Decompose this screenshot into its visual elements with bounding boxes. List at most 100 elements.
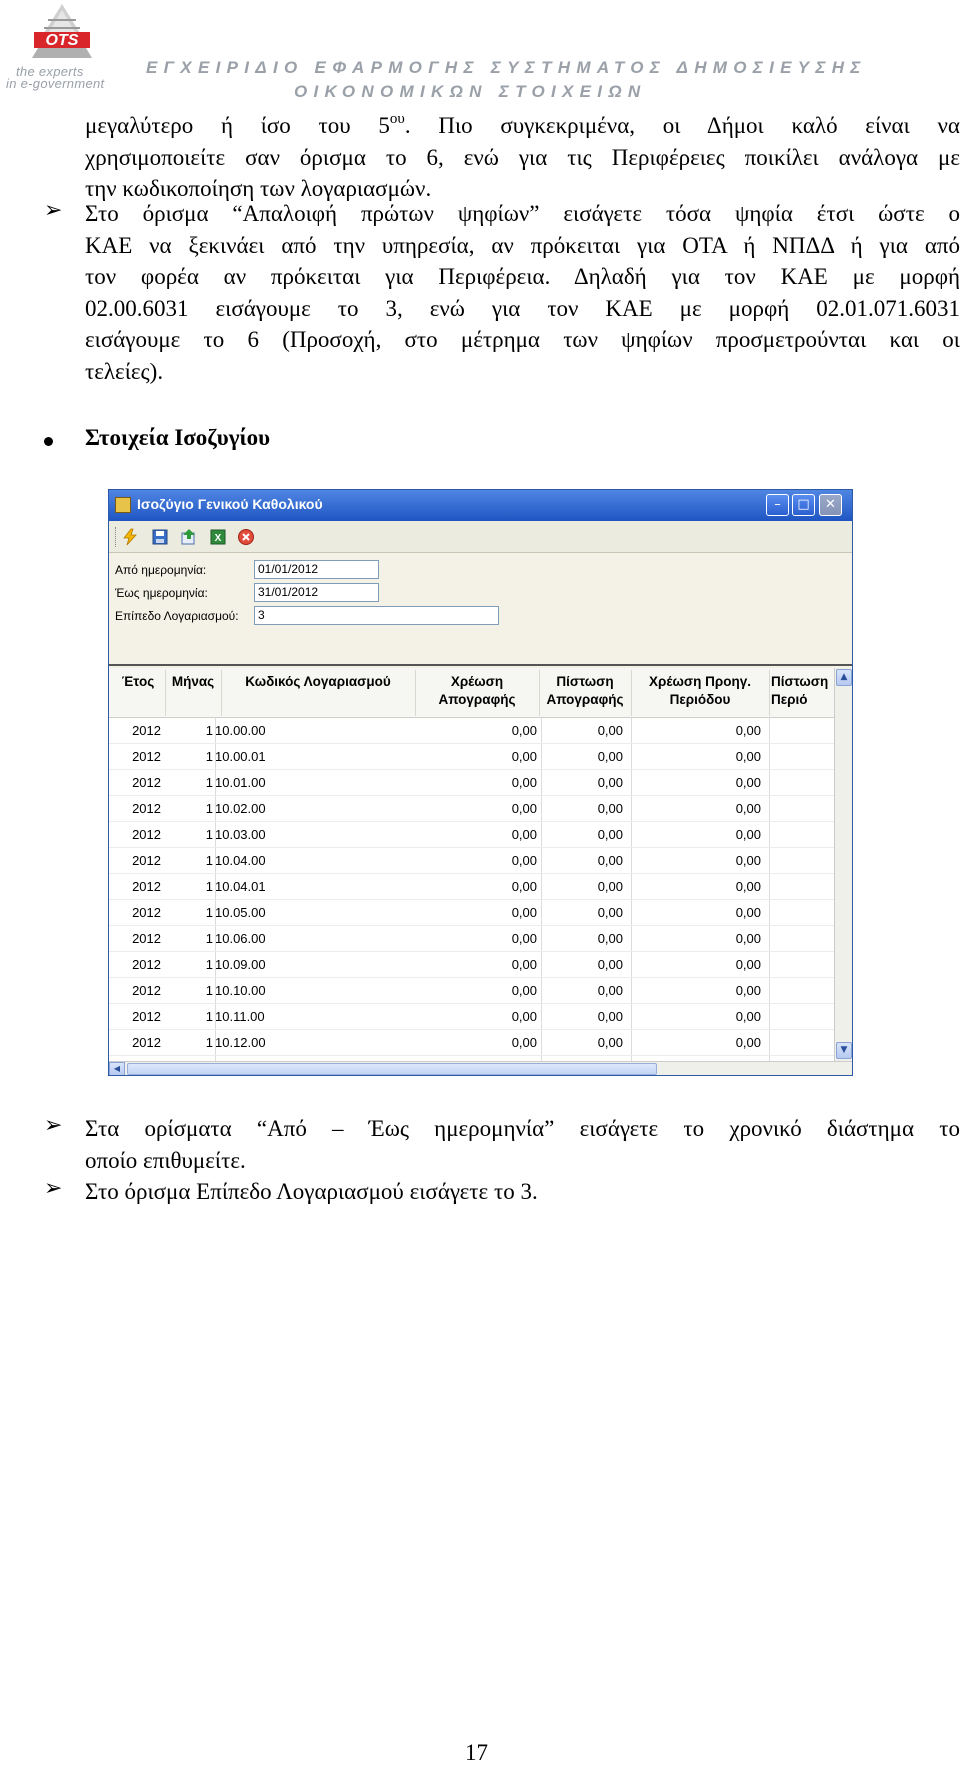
cell-debit-inventory: 0,00: [511, 1009, 537, 1024]
arrow-bullet-icon: ➢: [44, 1176, 63, 1201]
arrow-bullet-icon: ➢: [44, 1113, 63, 1138]
from-date-label: Από ημερομηνία:: [115, 563, 207, 577]
scroll-left-icon[interactable]: ◀: [109, 1062, 125, 1075]
cell-year: 2012: [132, 827, 161, 842]
cell-account-code: 10.10.00: [215, 983, 266, 998]
header-title-line-2: ΟΙΚΟΝΟΜΙΚΩΝ ΣΤΟΙΧΕΙΩΝ: [294, 82, 647, 101]
col-month-header[interactable]: Μήνας: [167, 673, 219, 691]
lightning-icon[interactable]: [121, 528, 139, 546]
account-level-input[interactable]: 3: [254, 606, 499, 625]
paragraph-2-line-6: τελείες).: [85, 358, 164, 384]
cell-year: 2012: [132, 775, 161, 790]
filter-form: Από ημερομηνία: 01/01/2012 Έως ημερομηνί…: [109, 553, 852, 666]
cell-debit-prev-period: 0,00: [735, 983, 761, 998]
col-credit-inventory-header[interactable]: Πίστωση Απογραφής: [541, 673, 629, 709]
grid-header: Έτος Μήνας Κωδικός Λογαριασμού Χρέωση Απο…: [109, 668, 834, 718]
ots-logo: OTS the experts in e-government: [2, 2, 132, 91]
paragraph-2-line-2: ΚΑΕ να ξεκινάει από την υπηρεσία, αν πρό…: [85, 232, 960, 258]
cell-debit-inventory: 0,00: [511, 905, 537, 920]
cell-debit-inventory: 0,00: [511, 879, 537, 894]
cell-month: 1: [205, 775, 213, 790]
table-row[interactable]: 2012 1 10.03.00 0,00 0,00 0,00: [109, 822, 834, 848]
cell-year: 2012: [132, 1035, 161, 1050]
cell-credit-inventory: 0,00: [597, 879, 623, 894]
cell-credit-inventory: 0,00: [597, 1009, 623, 1024]
table-row[interactable]: 2012 1 10.05.00 0,00 0,00 0,00: [109, 900, 834, 926]
col-separator: [415, 670, 416, 716]
horizontal-scrollbar[interactable]: ◀: [109, 1061, 852, 1075]
cell-debit-prev-period: 0,00: [735, 775, 761, 790]
paragraph-4-line-1: Στο όρισμα Επίπεδο Λογαριασμού εισάγετε …: [85, 1179, 538, 1204]
cell-year: 2012: [132, 1009, 161, 1024]
window-titlebar: Ισοζύγιο Γενικού Καθολικού – □ ✕: [109, 490, 852, 521]
table-row[interactable]: 2012 1 10.11.00 0,00 0,00 0,00: [109, 1004, 834, 1030]
account-level-label: Επίπεδο Λογαριασμού:: [115, 609, 239, 623]
close-window-button[interactable]: ✕: [819, 494, 842, 516]
paragraph-2-line-4: 02.00.6031 εισάγουμε το 3, ενώ για τον Κ…: [85, 295, 960, 321]
cell-debit-inventory: 0,00: [511, 723, 537, 738]
cell-credit-inventory: 0,00: [597, 749, 623, 764]
paragraph-3: Στα ορίσματα “Από – Έως ημερομηνία” εισά…: [85, 1113, 960, 1176]
cell-debit-prev-period: 0,00: [735, 827, 761, 842]
maximize-button[interactable]: □: [792, 494, 815, 516]
col-debit-prev-period-header[interactable]: Χρέωση Προηγ. Περιόδου: [633, 673, 767, 709]
table-row[interactable]: 2012 1 10.10.00 0,00 0,00 0,00: [109, 978, 834, 1004]
table-row[interactable]: 2012 1 10.04.00 0,00 0,00 0,00: [109, 848, 834, 874]
col-separator: [539, 670, 540, 716]
horizontal-scroll-thumb[interactable]: [127, 1063, 657, 1075]
cell-debit-inventory: 0,00: [511, 853, 537, 868]
table-row[interactable]: 2012 1 10.00.00 0,00 0,00 0,00: [109, 718, 834, 744]
cell-debit-inventory: 0,00: [511, 983, 537, 998]
vertical-scrollbar[interactable]: ▲ ▼: [834, 668, 852, 1061]
cell-debit-prev-period: 0,00: [735, 957, 761, 972]
scroll-up-icon[interactable]: ▲: [836, 669, 852, 686]
cell-account-code: 10.11.00: [215, 1009, 265, 1024]
cell-credit-inventory: 0,00: [597, 723, 623, 738]
section-title: Στοιχεία Ισοζυγίου: [85, 425, 271, 450]
col-separator: [221, 670, 222, 716]
cell-month: 1: [205, 983, 213, 998]
minimize-button[interactable]: –: [766, 494, 789, 516]
cell-credit-inventory: 0,00: [597, 1035, 623, 1050]
save-icon[interactable]: [151, 528, 169, 546]
export-icon[interactable]: [180, 528, 198, 546]
cell-debit-inventory: 0,00: [511, 801, 537, 816]
excel-icon[interactable]: X: [209, 528, 227, 546]
cell-month: 1: [205, 827, 213, 842]
cell-credit-inventory: 0,00: [597, 827, 623, 842]
cell-month: 1: [205, 1009, 213, 1024]
cell-month: 1: [205, 931, 213, 946]
app-window: Ισοζύγιο Γενικού Καθολικού – □ ✕ X Από η…: [108, 489, 853, 1076]
table-row[interactable]: 2012 1 10.09.00 0,00 0,00 0,00: [109, 952, 834, 978]
cell-credit-inventory: 0,00: [597, 775, 623, 790]
to-date-input[interactable]: 31/01/2012: [254, 583, 379, 602]
table-row[interactable]: 2012 1 10.12.00 0,00 0,00 0,00: [109, 1030, 834, 1056]
cell-debit-prev-period: 0,00: [735, 853, 761, 868]
table-row[interactable]: 2012 1 10.01.00 0,00 0,00 0,00: [109, 770, 834, 796]
cell-account-code: 10.12.00: [215, 1035, 266, 1050]
cell-year: 2012: [132, 801, 161, 816]
cell-account-code: 10.00.01: [215, 749, 266, 764]
scroll-down-icon[interactable]: ▼: [836, 1042, 852, 1059]
cell-month: 1: [205, 853, 213, 868]
col-credit-prev-period-header[interactable]: Πίστωση Περιό: [771, 673, 841, 709]
paragraph-1-line-2: χρησιμοποιείτε σαν όρισμα το 6, ενώ για …: [85, 144, 960, 170]
bullet-dot-icon: [44, 437, 53, 446]
cell-account-code: 10.06.00: [215, 931, 266, 946]
cell-debit-prev-period: 0,00: [735, 879, 761, 894]
cell-credit-inventory: 0,00: [597, 853, 623, 868]
table-row[interactable]: 2012 1 10.00.01 0,00 0,00 0,00: [109, 744, 834, 770]
table-row[interactable]: 2012 1 10.06.00 0,00 0,00 0,00: [109, 926, 834, 952]
col-debit-inventory-header[interactable]: Χρέωση Απογραφής: [417, 673, 537, 709]
close-icon[interactable]: [237, 528, 255, 546]
paragraph-3-line-2: οποίο επιθυμείτε.: [85, 1147, 246, 1173]
from-date-input[interactable]: 01/01/2012: [254, 560, 379, 579]
col-year-header[interactable]: Έτος: [113, 673, 163, 691]
table-row[interactable]: 2012 1 10.04.01 0,00 0,00 0,00: [109, 874, 834, 900]
col-code-header[interactable]: Κωδικός Λογαριασμού: [223, 673, 413, 691]
window-title: Ισοζύγιο Γενικού Καθολικού: [137, 496, 323, 512]
cell-year: 2012: [132, 983, 161, 998]
cell-credit-inventory: 0,00: [597, 801, 623, 816]
table-row[interactable]: 2012 1 10.02.00 0,00 0,00 0,00: [109, 796, 834, 822]
cell-month: 1: [205, 723, 213, 738]
